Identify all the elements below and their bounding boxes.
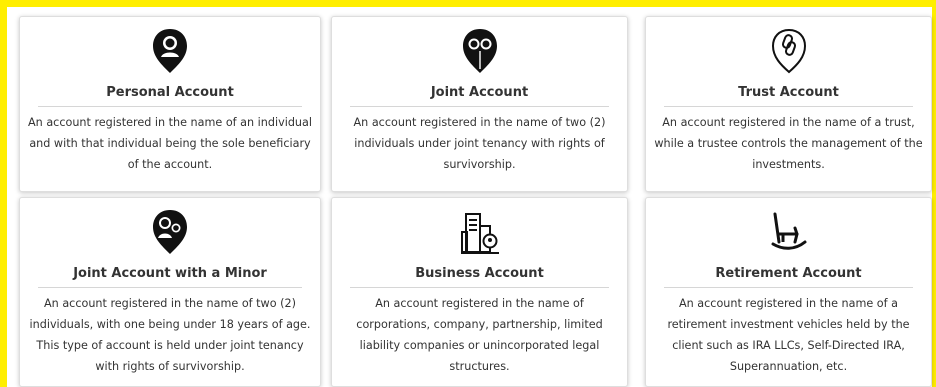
two-people-pin-icon (460, 27, 500, 75)
card-description: An account registered in the name of an … (28, 116, 312, 171)
card-description: An account registered in the name of a t… (654, 116, 923, 171)
card-divider (38, 287, 302, 288)
card-joint-account-minor[interactable]: Joint Account with a Minor An account re… (19, 197, 321, 387)
card-description: An account registered in the name of cor… (356, 297, 603, 373)
card-divider (350, 106, 609, 107)
card-divider (350, 287, 609, 288)
card-title: Business Account (415, 266, 544, 281)
account-types-panel: Personal Account An account registered i… (0, 0, 936, 387)
card-title: Personal Account (106, 85, 234, 100)
card-description: An account registered in the name of two… (29, 297, 311, 373)
card-description: An account registered in the name of two… (353, 116, 606, 171)
card-personal-account[interactable]: Personal Account An account registered i… (19, 16, 321, 192)
card-trust-account[interactable]: Trust Account An account registered in t… (645, 16, 932, 192)
card-business-account[interactable]: Business Account An account registered i… (331, 197, 628, 387)
adult-child-pin-icon (150, 208, 190, 256)
card-divider (664, 106, 913, 107)
card-description: An account registered in the name of a r… (667, 297, 910, 373)
card-divider (38, 106, 302, 107)
card-title: Joint Account with a Minor (73, 266, 267, 281)
building-location-icon (460, 208, 500, 256)
person-pin-icon (150, 27, 190, 75)
chain-link-pin-icon (769, 27, 809, 75)
card-divider (664, 287, 913, 288)
card-retirement-account[interactable]: Retirement Account An account registered… (645, 197, 932, 387)
card-title: Retirement Account (715, 266, 862, 281)
card-title: Joint Account (430, 85, 529, 100)
rocking-chair-icon (769, 208, 809, 256)
card-joint-account[interactable]: Joint Account An account registered in t… (331, 16, 628, 192)
card-title: Trust Account (738, 85, 839, 100)
